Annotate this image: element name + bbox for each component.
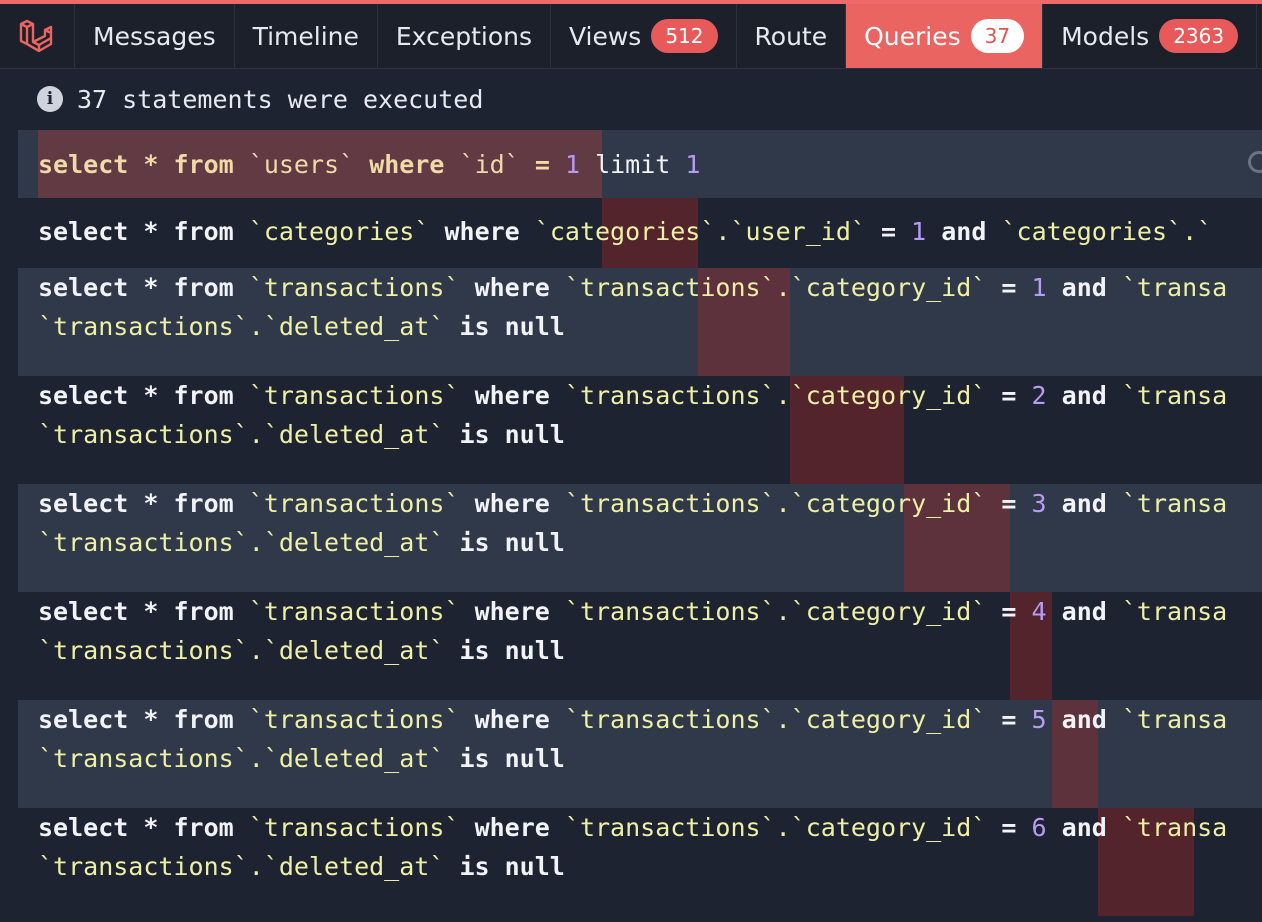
tab-route[interactable]: Route (737, 4, 847, 68)
queries-status-bar: i 37 statements were executed (0, 69, 1262, 129)
query-line: select * from `transactions` where `tran… (38, 705, 1228, 734)
tab-label: Messages (93, 21, 216, 51)
tab-label: Models (1061, 21, 1150, 51)
tab-label: Route (754, 21, 828, 51)
tab-label: Queries (864, 21, 961, 51)
query-line: select * from `transactions` where `tran… (38, 489, 1228, 518)
query-row[interactable]: select * from `transactions` where `tran… (18, 484, 1262, 592)
query-line: `transactions`.`deleted_at` is null (38, 420, 565, 449)
tab-label: Timeline (252, 21, 359, 51)
query-row[interactable]: select * from `transactions` where `tran… (18, 592, 1262, 700)
query-line: `transactions`.`deleted_at` is null (38, 744, 565, 773)
query-line: select * from `categories` where `catego… (38, 217, 1213, 246)
query-row[interactable]: select * from `transactions` where `tran… (18, 268, 1262, 376)
query-row[interactable]: select * from `transactions` where `tran… (18, 376, 1262, 484)
tab-exceptions[interactable]: Exceptions (378, 4, 551, 68)
tab-queries[interactable]: Queries 37 (846, 4, 1044, 68)
query-line: `transactions`.`deleted_at` is null (38, 528, 565, 557)
tab-messages[interactable]: Messages (75, 4, 235, 68)
query-row[interactable]: select * from `categories` where `catego… (18, 198, 1262, 268)
query-line: `transactions`.`deleted_at` is null (38, 312, 565, 341)
query-line: select * from `users` where `id` = 1 lim… (38, 150, 701, 179)
tab-timeline[interactable]: Timeline (235, 4, 378, 68)
statement-count-text: 37 statements were executed (77, 84, 484, 114)
tab-models[interactable]: Models 2363 (1043, 4, 1258, 68)
query-list: select * from `users` where `id` = 1 lim… (18, 130, 1262, 916)
tab-label: Views (568, 21, 642, 51)
views-count-badge: 512 (651, 19, 718, 53)
tab-bar: Messages Timeline Exceptions Views 512 Ro… (0, 4, 1262, 69)
query-line: select * from `transactions` where `tran… (38, 381, 1228, 410)
queries-count-badge: 37 (970, 19, 1025, 53)
models-count-badge: 2363 (1159, 19, 1239, 53)
tab-label: Exceptions (395, 21, 532, 51)
query-line: `transactions`.`deleted_at` is null (38, 852, 565, 881)
query-line: select * from `transactions` where `tran… (38, 813, 1228, 842)
tab-views[interactable]: Views 512 (551, 4, 737, 68)
query-row[interactable]: select * from `transactions` where `tran… (18, 700, 1262, 808)
query-line: select * from `transactions` where `tran… (38, 597, 1228, 626)
info-icon: i (37, 86, 63, 112)
query-line: select * from `transactions` where `tran… (38, 273, 1228, 302)
query-row[interactable]: select * from `transactions` where `tran… (18, 808, 1262, 916)
laravel-logo-icon[interactable] (0, 4, 75, 68)
query-row[interactable]: select * from `users` where `id` = 1 lim… (18, 130, 1262, 198)
query-line: `transactions`.`deleted_at` is null (38, 636, 565, 665)
